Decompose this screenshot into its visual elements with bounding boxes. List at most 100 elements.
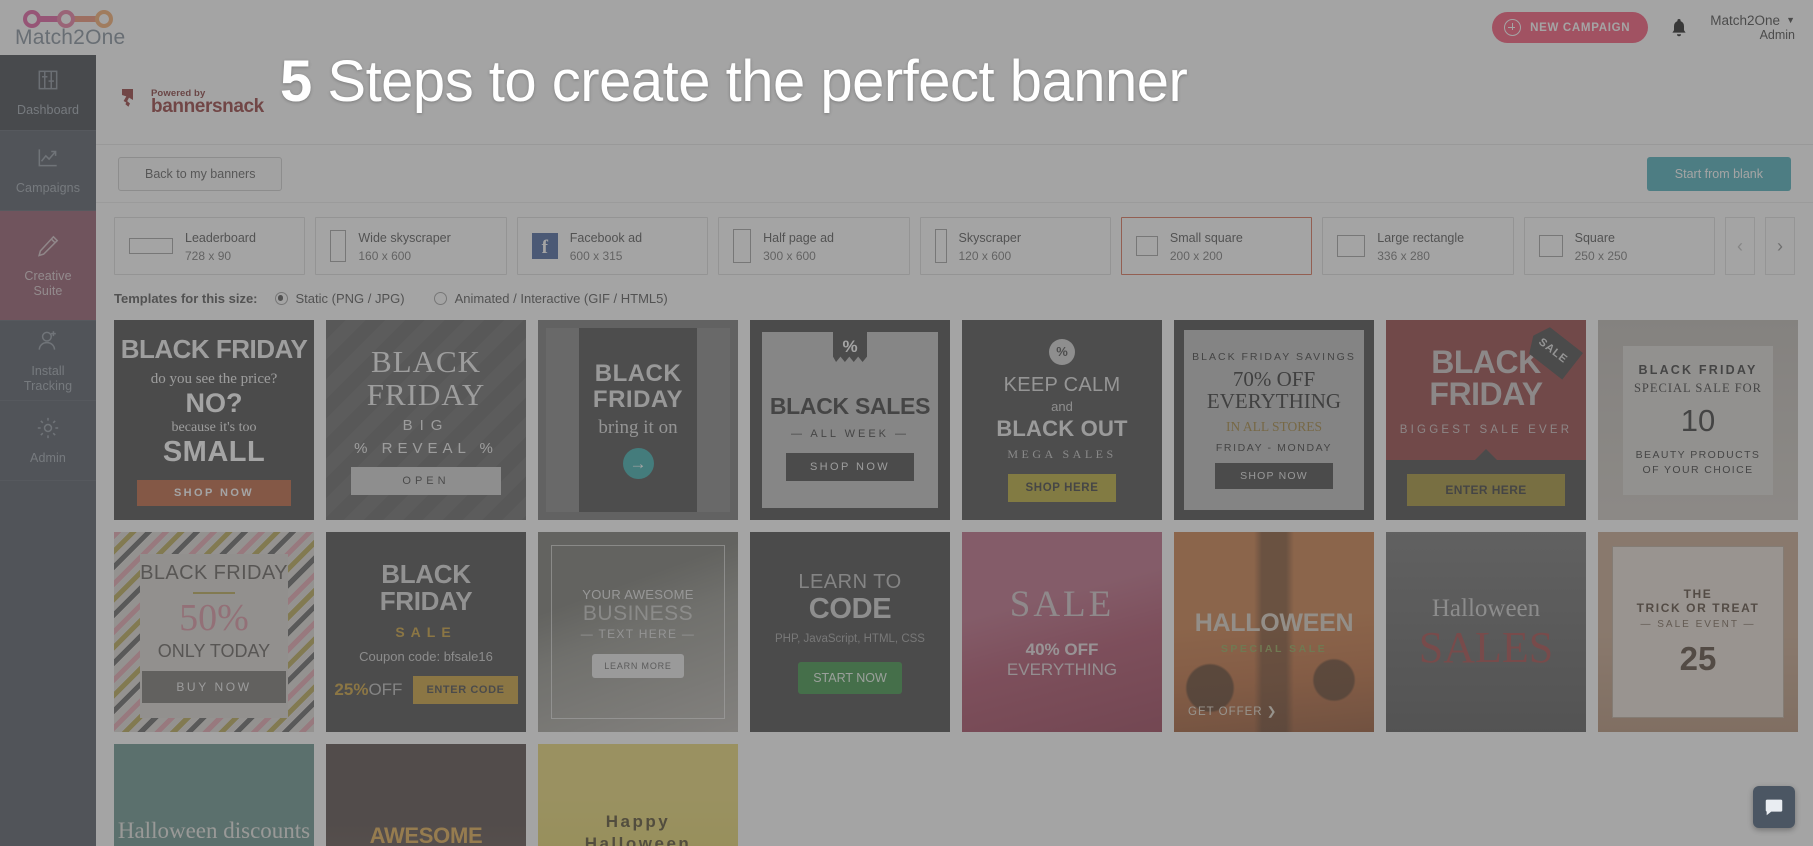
template-cta: BUY NOW xyxy=(142,670,286,703)
template-card-halloween-discounts[interactable]: Halloween discounts are rising xyxy=(114,744,314,846)
size-dim: 120 x 600 xyxy=(958,249,1012,263)
start-from-blank-button[interactable]: Start from blank xyxy=(1646,156,1791,191)
sidebar-item-admin[interactable]: Admin xyxy=(0,401,96,481)
template-card-black-sales-all-week[interactable]: % BLACK SALES — ALL WEEK — SHOP NOW xyxy=(750,320,950,520)
template-subline: BIG xyxy=(402,417,450,434)
size-option-large-rectangle[interactable]: Large rectangle 336 x 280 xyxy=(1322,217,1514,275)
template-card-black-friday-big-reveal[interactable]: BLACK FRIDAY BIG % REVEAL % OPEN xyxy=(326,320,526,520)
template-headline: YOUR AWESOME xyxy=(582,586,694,602)
template-card-your-awesome-business[interactable]: YOUR AWESOME BUSINESS — TEXT HERE — LEAR… xyxy=(538,532,738,732)
chart-line-icon xyxy=(35,145,61,176)
template-card-black-friday-70-off[interactable]: BLACK FRIDAY SAVINGS 70% OFF EVERYTHING … xyxy=(1174,320,1374,520)
size-option-facebook-ad[interactable]: f Facebook ad 600 x 315 xyxy=(516,217,709,275)
plus-icon xyxy=(1504,19,1522,36)
chat-support-button[interactable] xyxy=(1753,786,1795,828)
template-subline-2: because it's too xyxy=(171,420,257,435)
template-grid: BLACK FRIDAY do you see the price? NO? b… xyxy=(96,320,1813,846)
sidebar-label-install-tracking: Install Tracking xyxy=(23,363,73,393)
size-dim: 250 x 250 xyxy=(1574,249,1628,263)
template-card-sale-40-off[interactable]: SALE 40% OFF EVERYTHING xyxy=(962,532,1162,732)
size-name: Facebook ad xyxy=(569,231,643,245)
size-dim: 160 x 600 xyxy=(358,249,412,263)
size-option-skyscraper[interactable]: Skyscraper 120 x 600 xyxy=(919,217,1111,275)
template-subline: EVERYTHING xyxy=(1006,659,1118,679)
percent-tag-icon: % xyxy=(833,332,867,362)
template-card-black-friday-beauty-products[interactable]: BLACK FRIDAY SPECIAL SALE FOR 10 BEAUTY … xyxy=(1598,320,1798,520)
template-number: 10 xyxy=(1680,402,1716,438)
template-subline: PHP, JavaScript, HTML, CSS xyxy=(775,632,925,645)
template-card-trick-or-treat[interactable]: THE TRICK OR TREAT — SALE EVENT — 25 xyxy=(1598,532,1798,732)
top-bar-actions: NEW CAMPAIGN Match2One ▼ Admin xyxy=(1492,12,1813,43)
template-subline: MEGA SALES xyxy=(1007,446,1117,461)
sizes-prev-button[interactable]: ‹ xyxy=(1725,217,1755,275)
banner-actions-bar: Back to my banners Start from blank xyxy=(96,145,1813,203)
size-option-half-page-ad[interactable]: Half page ad 300 x 600 xyxy=(718,217,910,275)
template-headline-2: CODE xyxy=(808,592,892,625)
template-kicker: BLACK FRIDAY SAVINGS xyxy=(1192,351,1356,363)
app-logo-text: Match2One xyxy=(15,25,126,49)
template-card-black-friday-too-small[interactable]: BLACK FRIDAY do you see the price? NO? b… xyxy=(114,320,314,520)
size-option-leaderboard[interactable]: Leaderboard 728 x 90 xyxy=(114,217,306,275)
template-headline: Halloween discounts are rising xyxy=(117,818,311,846)
sidebar-item-install-tracking[interactable]: Install Tracking xyxy=(0,321,96,401)
user-menu[interactable]: Match2One ▼ Admin xyxy=(1710,13,1799,43)
template-card-awesome-halloween-costumes[interactable]: AWESOME HALLOWEEN COSTUMES xyxy=(326,744,526,846)
size-option-square[interactable]: Square 250 x 250 xyxy=(1523,217,1715,275)
template-headline-line2: FRIDAY xyxy=(1429,376,1543,412)
template-card-halloween-sales[interactable]: Halloween SALES xyxy=(1386,532,1586,732)
new-campaign-button[interactable]: NEW CAMPAIGN xyxy=(1492,12,1649,43)
template-card-black-friday-50-percent[interactable]: BLACK FRIDAY 50% ONLY TODAY BUY NOW xyxy=(114,532,314,732)
size-dim: 728 x 90 xyxy=(185,249,232,263)
radio-animated[interactable]: Animated / Interactive (GIF / HTML5) xyxy=(433,291,668,306)
sidebar-item-campaigns[interactable]: Campaigns xyxy=(0,131,96,211)
arrow-right-icon: → xyxy=(622,448,654,479)
back-to-my-banners-button[interactable]: Back to my banners xyxy=(118,156,283,191)
template-headline: SALE xyxy=(1009,583,1115,625)
template-cta: ENTER CODE xyxy=(413,675,518,704)
template-card-learn-to-code[interactable]: LEARN TO CODE PHP, JavaScript, HTML, CSS… xyxy=(750,532,950,732)
radio-static-label: Static (PNG / JPG) xyxy=(295,291,405,306)
template-card-happy-halloween[interactable]: HappyHalloween 🦇 xyxy=(538,744,738,846)
radio-static[interactable]: Static (PNG / JPG) xyxy=(274,291,405,306)
template-card-black-friday-coupon-code[interactable]: BLACK FRIDAY SALE Coupon code: bfsale16 2… xyxy=(326,532,526,732)
template-card-keep-calm-black-out[interactable]: % KEEP CALM and BLACK OUT MEGA SALES SHO… xyxy=(962,320,1162,520)
facebook-icon: f xyxy=(531,233,558,259)
template-subline: — SALE EVENT — xyxy=(1640,618,1756,630)
template-card-black-friday-bring-it-on[interactable]: BLACK FRIDAY bring it on → xyxy=(538,320,738,520)
template-cta: ENTER HERE xyxy=(1407,474,1565,506)
bannersnack-logo: Powered by bannersnack xyxy=(118,87,264,116)
skyscraper-shape-icon xyxy=(934,229,947,263)
template-headline: BLACK FRIDAY xyxy=(379,558,473,616)
main-content: Powered by bannersnack Back to my banner… xyxy=(96,55,1813,846)
template-headline: LEARN TO xyxy=(798,570,902,593)
template-cta: SHOP NOW xyxy=(786,453,914,481)
template-card-halloween-special-sale[interactable]: HALLOWEEN SPECIAL SALE GET OFFER ❯ xyxy=(1174,532,1374,732)
templates-filter: Templates for this size: Static (PNG / J… xyxy=(96,287,1813,320)
onboarding-hero-title: 5 Steps to create the perfect banner xyxy=(280,48,1188,115)
template-subline: — TEXT HERE — xyxy=(580,626,696,641)
size-option-wide-skyscraper[interactable]: Wide skyscraper 160 x 600 xyxy=(315,217,507,275)
half-page-shape-icon xyxy=(733,229,752,263)
sizes-next-button[interactable]: › xyxy=(1765,217,1795,275)
hero-step-text: Steps to create the perfect banner xyxy=(311,49,1188,114)
template-card-black-friday-biggest-sale[interactable]: BLACK FRIDAY BIGGEST SALE EVER SALE ENTE… xyxy=(1386,320,1586,520)
sidebar-label-admin: Admin xyxy=(30,451,66,465)
template-cta: START NOW xyxy=(798,661,902,694)
templates-filter-label: Templates for this size: xyxy=(114,291,258,306)
template-headline-line1: BLACK xyxy=(1431,344,1541,380)
sidebar-item-creative-suite[interactable]: Creative Suite xyxy=(0,211,96,321)
square-shape-icon xyxy=(1538,235,1563,257)
notifications-bell-icon[interactable] xyxy=(1670,17,1688,39)
leaderboard-shape-icon xyxy=(129,238,173,254)
template-subline: BIGGEST SALE EVER xyxy=(1399,424,1573,436)
template-accent-line: IN ALL STORES xyxy=(1225,419,1322,434)
sidebar-item-dashboard[interactable]: Dashboard xyxy=(0,55,96,131)
chevron-down-icon: ▼ xyxy=(1786,14,1795,25)
app-logo[interactable]: Match2One xyxy=(14,8,154,48)
size-name: Large rectangle xyxy=(1377,231,1465,245)
template-headline-line1: 70% OFF xyxy=(1232,367,1316,391)
percent-badge-icon: % xyxy=(1049,338,1075,365)
template-headline-2: BLACK OUT xyxy=(996,415,1128,441)
size-option-small-square[interactable]: Small square 200 x 200 xyxy=(1120,217,1313,275)
template-headline: HALLOWEEN xyxy=(1194,609,1354,637)
